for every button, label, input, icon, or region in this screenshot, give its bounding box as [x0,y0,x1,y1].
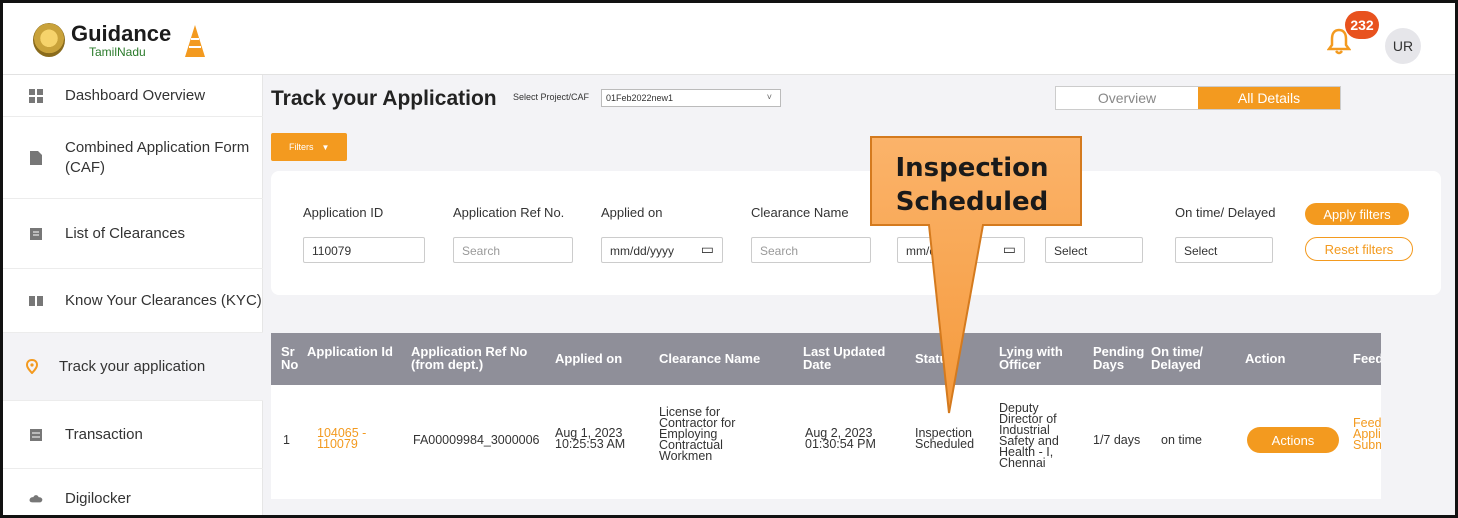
ref-no-input[interactable]: Search [453,237,573,263]
sidebar-item-caf[interactable]: Combined Application Form (CAF) [3,117,263,199]
reset-filters-button[interactable]: Reset filters [1305,237,1413,261]
ontime-select[interactable]: Select [1175,237,1273,263]
clearance-name-label: Clearance Name [751,205,849,220]
col-pending-days: Pending Days [1093,344,1145,372]
sidebar-item-label: List of Clearances [65,225,186,242]
select-project-label: Select Project/CAF [513,92,590,102]
brand-name: Guidance [71,21,172,46]
sidebar-item-digilocker[interactable]: Digilocker [3,469,263,515]
sidebar: Dashboard Overview Combined Application … [3,75,263,515]
sidebar-item-label: Transaction [65,426,143,443]
tab-overview[interactable]: Overview [1056,87,1198,109]
apply-filters-button[interactable]: Apply filters [1305,203,1409,225]
filters-button[interactable]: Filters ▼ [271,133,347,161]
cell-ontime: on time [1161,433,1202,447]
guidance-logo[interactable]: Guidance TamilNadu [33,21,233,61]
application-id-input[interactable]: 110079 [303,237,425,263]
cell-applied-on: Aug 1, 2023 10:25:53 AM [555,426,626,451]
col-ontime: On time/ Delayed [1151,344,1204,372]
notification-badge: 232 [1345,11,1379,39]
chevron-down-icon: ˅ [766,92,772,102]
sidebar-item-label: Dashboard Overview [65,87,206,104]
temple-tower-icon [185,25,205,57]
filter-panel: Application ID 110079 Application Ref No… [271,171,1441,295]
card-icon [29,428,43,442]
sidebar-item-track[interactable]: Track your application [3,333,263,401]
avatar[interactable]: UR [1385,28,1421,64]
table-header: Sr No Application Id Application Ref No … [271,333,1381,385]
sidebar-item-label: Digilocker [65,489,131,507]
actions-button[interactable]: Actions [1247,427,1339,453]
tab-all-details[interactable]: All Details [1198,87,1340,109]
last-updated-date-input[interactable]: mm/dd/yyyy ▭ [897,237,1025,263]
ontime-label: On time/ Delayed [1175,205,1276,220]
sidebar-item-label: Track your application [59,358,206,375]
col-clearance-name: Clearance Name [659,351,761,366]
view-toggle: Overview All Details [1055,86,1341,110]
applied-on-label: Applied on [601,205,663,220]
dashboard-icon [29,88,43,103]
sidebar-item-kyc[interactable]: Know Your Clearances (KYC) [3,269,263,333]
col-application-id: Application Id [307,344,393,359]
applied-on-placeholder: mm/dd/yyyy [610,244,675,258]
col-officer: Lying with Officer [999,344,1063,372]
cell-officer: Deputy Director of Industrial Safety and… [999,401,1059,470]
app-window: Guidance TamilNadu 232 UR Dashboard Over… [0,0,1458,518]
status-select[interactable]: Select [1045,237,1143,263]
cell-app-id-link[interactable]: 104065 - 110079 [317,427,387,451]
cell-pending-days: 1/7 days [1093,433,1141,447]
calendar-icon[interactable]: ▭ [1003,241,1016,258]
document-icon [29,150,43,165]
col-ref-no: Application Ref No (from dept.) [411,344,528,372]
project-select[interactable]: 01Feb2022new1 ˅ [601,89,781,107]
col-last-updated: Last Updated Date [803,344,886,372]
col-action: Action [1245,351,1286,366]
book-icon [29,294,43,308]
cell-status: Inspection Scheduled [915,426,975,451]
filters-label: Filters [289,142,314,152]
application-id-label: Application ID [303,205,384,220]
clearance-name-input[interactable]: Search [751,237,871,263]
sidebar-item-label: Combined Application Form (CAF) [65,138,250,176]
sidebar-item-label: Know Your Clearances (KYC) [65,292,262,309]
cell-ref-no: FA00009984_3000006 [413,433,540,447]
project-select-value: 01Feb2022new1 [606,93,674,103]
caret-down-icon: ▼ [321,142,330,152]
location-pin-icon [25,359,39,374]
col-feedback: Feedback [1353,351,1381,366]
emblem-icon [33,23,65,57]
callout-text: Inspection Scheduled [895,153,1049,217]
col-status: Status [915,351,955,366]
sidebar-item-clearances[interactable]: List of Clearances [3,199,263,269]
top-header: Guidance TamilNadu 232 UR [3,3,1455,75]
applied-on-date-input[interactable]: mm/dd/yyyy ▭ [601,237,723,263]
brand-subtitle: TamilNadu [89,45,146,59]
col-applied-on: Applied on [555,351,623,366]
calendar-icon[interactable]: ▭ [701,241,714,258]
main-content: Track your Application Select Project/CA… [269,75,1455,515]
page-title: Track your Application [271,87,497,110]
applications-table: Sr No Application Id Application Ref No … [271,333,1381,499]
cell-feedback-link[interactable]: Feedback Application Submitted [1353,417,1381,452]
ref-no-label: Application Ref No. [453,205,565,220]
col-sr-no: Sr No [281,344,299,372]
list-icon [29,227,43,241]
sidebar-item-transaction[interactable]: Transaction [3,401,263,469]
cell-sr: 1 [283,433,290,447]
cell-last-updated: Aug 2, 2023 01:30:54 PM [805,426,876,451]
sidebar-item-dashboard[interactable]: Dashboard Overview [3,75,263,117]
last-updated-placeholder: mm/dd/yyyy [906,244,971,258]
cloud-icon [29,491,43,505]
cell-clearance-name: License for Contractor for Employing Con… [659,405,736,463]
